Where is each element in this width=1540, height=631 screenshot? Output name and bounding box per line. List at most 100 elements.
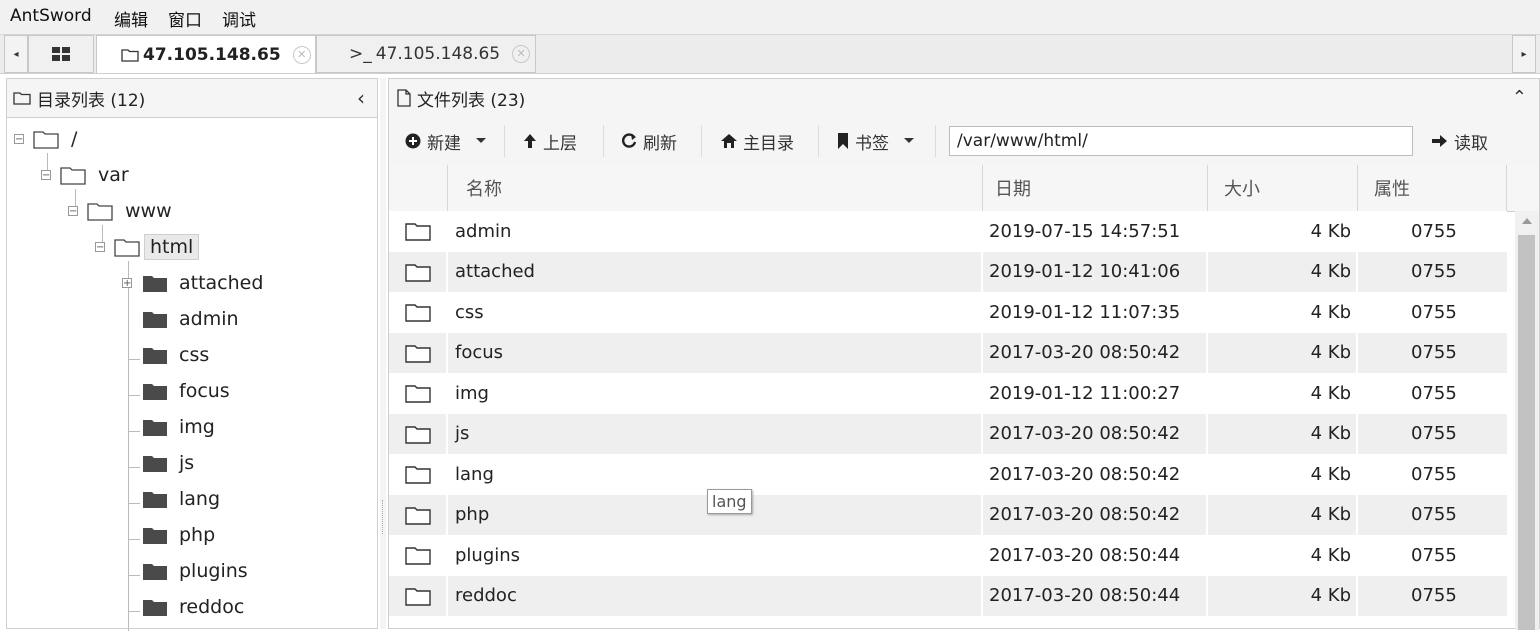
tab-scroll-left-button[interactable]: ◂ [4, 35, 28, 73]
file-perm: 0755 [1411, 301, 1457, 323]
tree-node-js[interactable]: js [142, 449, 194, 477]
new-button[interactable]: 新建 [405, 127, 487, 155]
scroll-up-icon[interactable] [1522, 217, 1532, 225]
home-dir-button[interactable]: 主目录 [721, 127, 794, 155]
file-row[interactable]: php 2017-03-20 08:50:42 4 Kb 0755 [389, 494, 1507, 535]
file-name: css [455, 301, 484, 323]
tab-file-manager[interactable]: 47.105.148.65 ✕ [96, 35, 316, 73]
file-size: 4 Kb [1310, 261, 1351, 282]
column-header-perm[interactable]: 属性 [1357, 165, 1507, 211]
tree-node-admin[interactable]: admin [142, 305, 239, 333]
tooltip: lang [707, 489, 752, 514]
close-icon[interactable]: ✕ [292, 45, 311, 64]
file-size: 4 Kb [1310, 544, 1351, 566]
file-date: 2017-03-20 08:50:44 [989, 585, 1181, 606]
splitter-grip[interactable] [382, 500, 385, 534]
collapse-up-icon[interactable]: ⌃ [1512, 87, 1527, 108]
tree-node-css[interactable]: css [142, 341, 209, 369]
file-date: 2017-03-20 08:50:42 [989, 463, 1181, 485]
tree-node-root[interactable]: / [33, 125, 77, 153]
file-name: focus [455, 342, 504, 363]
tree-node-label: / [71, 128, 78, 150]
home-icon [721, 134, 737, 148]
collapse-toggle[interactable]: − [95, 242, 105, 253]
tree-node-label: www [125, 200, 172, 222]
menu-antsword[interactable]: AntSword [10, 6, 92, 26]
refresh-button[interactable]: 刷新 [621, 127, 677, 155]
column-header-size[interactable]: 大小 [1207, 165, 1357, 211]
folder-solid-icon [143, 312, 167, 328]
tree-node-label: focus [179, 380, 230, 402]
file-date: 2017-03-20 08:50:42 [989, 504, 1181, 525]
tree-node-img[interactable]: img [142, 413, 215, 441]
arrow-up-icon [524, 134, 536, 148]
panel-splitter[interactable] [380, 78, 386, 629]
file-row[interactable]: lang 2017-03-20 08:50:42 4 Kb 0755 [389, 454, 1507, 494]
scrollbar-thumb[interactable] [1518, 235, 1535, 630]
folder-solid-icon [143, 528, 167, 544]
tree-node-php[interactable]: php [142, 521, 215, 549]
tree-node-html[interactable]: html [114, 233, 200, 261]
file-row[interactable]: reddoc 2017-03-20 08:50:44 4 Kb 0755 [389, 575, 1507, 616]
folder-outline-icon [405, 454, 431, 494]
file-date: 2019-07-15 14:57:51 [989, 220, 1181, 242]
file-row[interactable]: plugins 2017-03-20 08:50:44 4 Kb 0755 [389, 535, 1507, 575]
folder-outline-icon [114, 239, 140, 257]
directory-panel: 目录列表 (12) ‹ − / − var − www − html + att… [6, 78, 378, 631]
path-input[interactable] [949, 126, 1413, 156]
folder-outline-icon [405, 211, 431, 251]
tree-node-lang[interactable]: lang [142, 485, 220, 513]
tree-node-var[interactable]: var [60, 161, 129, 189]
file-perm: 0755 [1411, 382, 1457, 404]
tree-node-plugins[interactable]: plugins [142, 557, 248, 585]
file-name: reddoc [455, 585, 517, 606]
menu-debug[interactable]: 调试 [222, 6, 256, 31]
collapse-toggle[interactable]: − [14, 134, 24, 145]
tree-node-reddoc[interactable]: reddoc [142, 593, 244, 621]
file-perm: 0755 [1411, 504, 1457, 525]
file-name: js [455, 423, 470, 444]
read-button[interactable]: 读取 [1432, 127, 1488, 155]
tree-node-focus[interactable]: focus [142, 377, 230, 405]
file-row[interactable]: attached 2019-01-12 10:41:06 4 Kb 0755 [389, 251, 1507, 292]
menu-window[interactable]: 窗口 [168, 6, 202, 31]
folder-icon [121, 48, 139, 62]
column-header-date[interactable]: 日期 [982, 165, 1207, 211]
file-name: img [455, 382, 489, 404]
terminal-icon: >_ [349, 44, 372, 64]
file-date: 2019-01-12 11:00:27 [989, 382, 1181, 404]
tab-home[interactable] [28, 35, 94, 73]
file-row[interactable]: img 2019-01-12 11:00:27 4 Kb 0755 [389, 373, 1507, 413]
file-row[interactable]: js 2017-03-20 08:50:42 4 Kb 0755 [389, 413, 1507, 454]
folder-solid-icon [143, 276, 167, 292]
tree-node-label: var [98, 164, 129, 186]
bookmark-button[interactable]: 书签 [837, 127, 915, 155]
file-row[interactable]: focus 2017-03-20 08:50:42 4 Kb 0755 [389, 332, 1507, 373]
tab-scroll-right-button[interactable]: ▸ [1512, 35, 1536, 73]
tree-node-attached[interactable]: attached [142, 269, 263, 297]
collapse-toggle[interactable]: − [68, 206, 78, 217]
up-level-button[interactable]: 上层 [523, 127, 577, 155]
directory-panel-title: 目录列表 (12) [37, 90, 146, 111]
file-size: 4 Kb [1310, 382, 1351, 404]
collapse-left-icon[interactable]: ‹ [357, 86, 365, 110]
file-row[interactable]: css 2019-01-12 11:07:35 4 Kb 0755 [389, 292, 1507, 332]
expand-toggle[interactable]: + [122, 278, 132, 289]
file-list-panel: 文件列表 (23) ⌃ 新建 上层 刷新 主目录 书签 /var/www/htm… [388, 78, 1540, 630]
folder-outline-icon [13, 92, 31, 105]
folder-outline-icon [405, 495, 431, 535]
tree-node-label: attached [179, 272, 264, 294]
file-perm: 0755 [1411, 423, 1457, 444]
tab-terminal[interactable]: >_ 47.105.148.65 ✕ [316, 35, 536, 73]
vertical-scrollbar[interactable] [1515, 211, 1539, 630]
file-date: 2017-03-20 08:50:44 [989, 544, 1181, 566]
folder-outline-icon [405, 373, 431, 413]
file-row[interactable]: admin 2019-07-15 14:57:51 4 Kb 0755 [389, 211, 1507, 251]
close-icon[interactable]: ✕ [512, 45, 531, 63]
column-header-name[interactable]: 名称 [447, 165, 982, 211]
tree-node-www[interactable]: www [87, 197, 172, 225]
menu-edit[interactable]: 编辑 [114, 6, 148, 31]
tree-node-label: img [179, 416, 215, 438]
folder-solid-icon [143, 564, 167, 580]
collapse-toggle[interactable]: − [41, 170, 51, 181]
